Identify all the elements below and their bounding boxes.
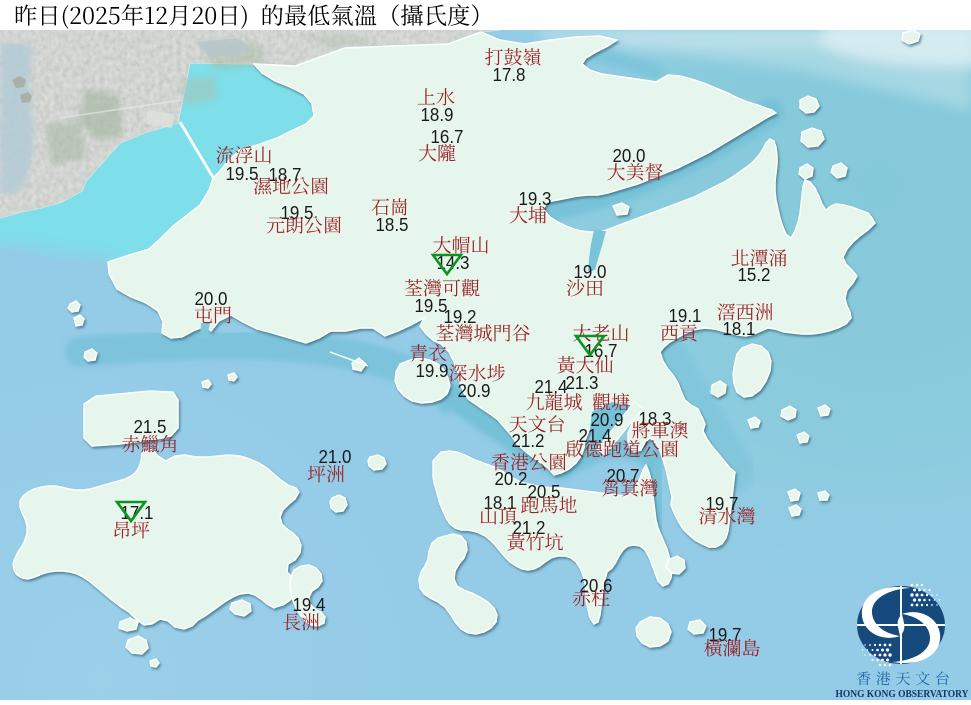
svg-text:19.4: 19.4	[293, 594, 326, 615]
svg-text:20.9: 20.9	[458, 380, 491, 401]
svg-text:21.5: 21.5	[134, 416, 167, 437]
svg-text:19.9: 19.9	[416, 360, 449, 381]
svg-text:20.2: 20.2	[495, 468, 528, 489]
svg-text:18.7: 18.7	[269, 164, 302, 185]
svg-text:21.2: 21.2	[513, 517, 546, 538]
svg-text:19.0: 19.0	[574, 261, 607, 282]
svg-text:21.0: 21.0	[319, 446, 352, 467]
svg-text:17.8: 17.8	[493, 64, 526, 85]
svg-text:18.5: 18.5	[376, 214, 409, 235]
svg-text:16.7: 16.7	[431, 126, 464, 147]
svg-text:21.4: 21.4	[535, 376, 568, 397]
svg-text:19.3: 19.3	[519, 188, 552, 209]
svg-text:21.3: 21.3	[566, 372, 599, 393]
svg-text:19.2: 19.2	[444, 306, 477, 327]
svg-text:18.9: 18.9	[421, 104, 454, 125]
svg-text:HONG KONG OBSERVATORY: HONG KONG OBSERVATORY	[836, 689, 970, 700]
svg-text:21.2: 21.2	[512, 430, 545, 451]
svg-text:19.1: 19.1	[669, 305, 702, 326]
svg-text:20.0: 20.0	[195, 288, 228, 309]
svg-text:20.0: 20.0	[613, 145, 646, 166]
svg-text:19.5: 19.5	[281, 202, 314, 223]
svg-text:18.1: 18.1	[723, 318, 756, 339]
svg-text:21.4: 21.4	[579, 425, 612, 446]
svg-text:16.7: 16.7	[585, 340, 618, 361]
svg-text:19.5: 19.5	[226, 163, 259, 184]
svg-text:15.2: 15.2	[738, 264, 771, 285]
